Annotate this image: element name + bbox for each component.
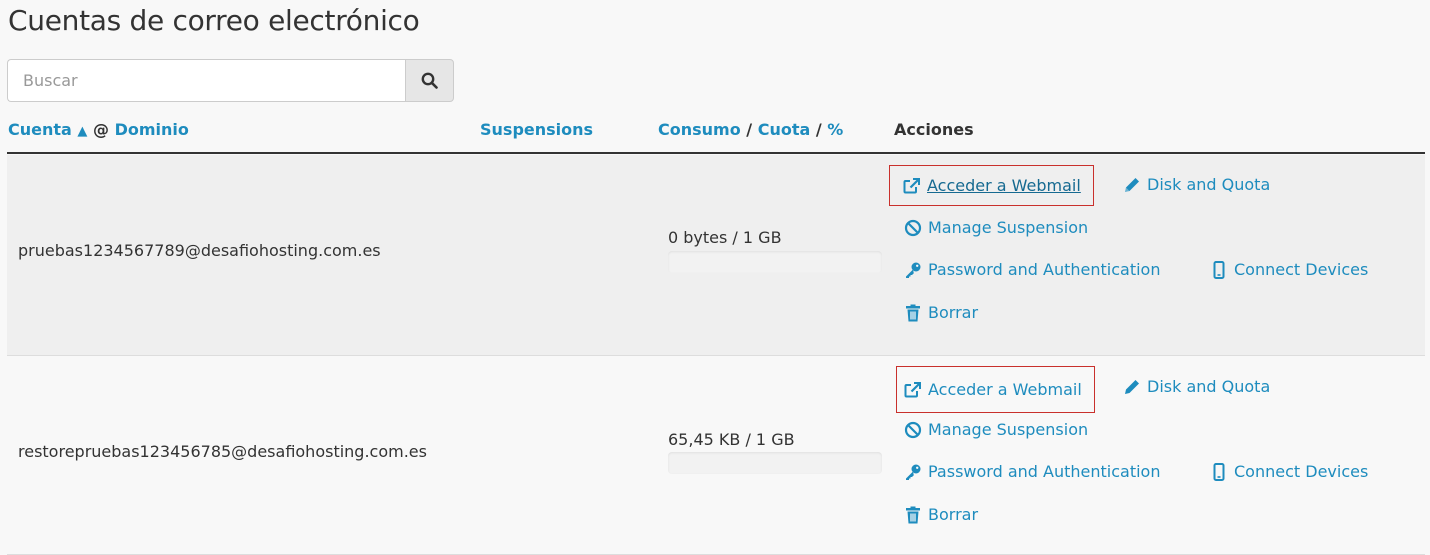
key-icon <box>904 463 922 481</box>
key-icon <box>904 261 922 279</box>
password-and-authentication-link[interactable]: Password and Authentication <box>904 462 1160 481</box>
search-icon <box>421 72 438 89</box>
connect-devices-label: Connect Devices <box>1234 462 1368 481</box>
delete-link[interactable]: Borrar <box>904 505 978 524</box>
trash-icon <box>904 304 922 322</box>
header-suspensions: Suspensions <box>480 120 593 139</box>
delete-label: Borrar <box>928 505 978 524</box>
delete-label: Borrar <box>928 303 978 322</box>
password-and-authentication-link[interactable]: Password and Authentication <box>904 260 1160 279</box>
sort-percent-link[interactable]: % <box>827 120 843 139</box>
search-input[interactable] <box>7 59 405 102</box>
usage-text: 0 bytes / 1 GB <box>668 228 782 247</box>
disk-and-quota-link[interactable]: Disk and Quota <box>1123 377 1270 396</box>
trash-icon <box>904 506 922 524</box>
header-at: @ <box>93 120 109 139</box>
external-link-icon <box>904 382 922 398</box>
usage-text: 65,45 KB / 1 GB <box>668 430 795 449</box>
sort-account-link[interactable]: Cuenta <box>8 120 72 139</box>
header-actions: Acciones <box>894 120 974 139</box>
pencil-icon <box>1123 176 1141 194</box>
table-header: Cuenta ▲ @ Dominio Suspensions Consumo /… <box>7 118 1425 154</box>
manage-suspension-link[interactable]: Manage Suspension <box>904 420 1088 439</box>
account-email: restorepruebas123456785@desafiohosting.c… <box>18 442 427 461</box>
search-button[interactable] <box>405 59 454 102</box>
usage-progress-bar <box>668 452 882 474</box>
sort-suspensions-link[interactable]: Suspensions <box>480 120 593 139</box>
access-webmail-link[interactable]: Acceder a Webmail <box>896 366 1095 413</box>
access-webmail-link[interactable]: Acceder a Webmail <box>889 165 1094 206</box>
disk-and-quota-link[interactable]: Disk and Quota <box>1123 175 1270 194</box>
password-and-authentication-label: Password and Authentication <box>928 260 1160 279</box>
connect-devices-link[interactable]: Connect Devices <box>1210 462 1368 481</box>
connect-devices-link[interactable]: Connect Devices <box>1210 260 1368 279</box>
disk-and-quota-label: Disk and Quota <box>1147 175 1270 194</box>
connect-devices-label: Connect Devices <box>1234 260 1368 279</box>
table-row: pruebas1234567789@desafiohosting.com.es … <box>7 155 1425 356</box>
ban-icon <box>904 219 922 237</box>
header-usage: Consumo / Cuota / % <box>658 120 843 139</box>
sort-usage-link[interactable]: Consumo <box>658 120 741 139</box>
ban-icon <box>904 421 922 439</box>
access-webmail-label: Acceder a Webmail <box>927 176 1081 195</box>
account-email: pruebas1234567789@desafiohosting.com.es <box>18 241 381 260</box>
sort-domain-link[interactable]: Dominio <box>115 120 189 139</box>
disk-and-quota-label: Disk and Quota <box>1147 377 1270 396</box>
table-row: restorepruebas123456785@desafiohosting.c… <box>7 356 1425 555</box>
manage-suspension-label: Manage Suspension <box>928 420 1088 439</box>
access-webmail-label: Acceder a Webmail <box>928 380 1082 399</box>
mobile-icon <box>1210 463 1228 481</box>
page-title: Cuentas de correo electrónico <box>8 4 419 37</box>
password-and-authentication-label: Password and Authentication <box>928 462 1160 481</box>
usage-progress-bar <box>668 251 882 273</box>
sort-arrow[interactable]: ▲ <box>77 124 87 139</box>
sort-quota-link[interactable]: Cuota <box>758 120 811 139</box>
header-slash: / <box>746 120 752 139</box>
delete-link[interactable]: Borrar <box>904 303 978 322</box>
search-bar <box>7 59 454 102</box>
header-account: Cuenta ▲ @ Dominio <box>8 120 189 139</box>
manage-suspension-label: Manage Suspension <box>928 218 1088 237</box>
external-link-icon <box>903 178 921 194</box>
manage-suspension-link[interactable]: Manage Suspension <box>904 218 1088 237</box>
header-slash: / <box>816 120 822 139</box>
pencil-icon <box>1123 378 1141 396</box>
mobile-icon <box>1210 261 1228 279</box>
